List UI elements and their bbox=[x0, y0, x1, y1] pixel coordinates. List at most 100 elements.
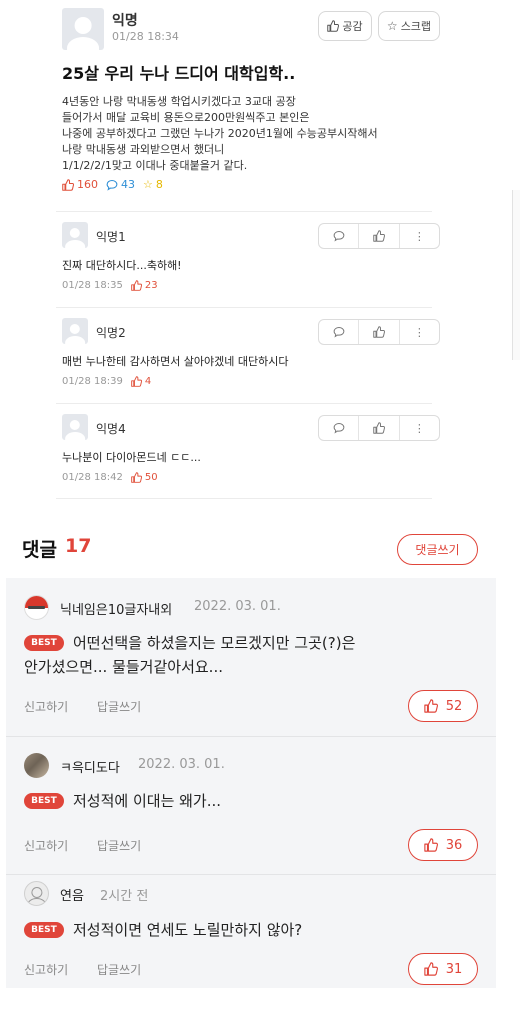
post-scrap-number: 8 bbox=[155, 178, 163, 191]
reply-time: 01/28 18:42 bbox=[62, 472, 123, 483]
thumbs-up-icon bbox=[424, 699, 438, 713]
thumbs-up-icon bbox=[131, 472, 142, 483]
comment-author[interactable]: 연음 bbox=[60, 885, 84, 904]
comment-text-line: 저성적에 이대는 왜가... bbox=[73, 792, 222, 810]
reply-text: 진짜 대단하시다...축하해! bbox=[62, 259, 182, 272]
reply-button[interactable]: 답글쓰기 bbox=[97, 837, 141, 854]
thumbs-up-icon bbox=[424, 962, 438, 976]
divider bbox=[56, 498, 432, 499]
thumbs-up-icon bbox=[373, 422, 385, 434]
reply-comment-button[interactable] bbox=[319, 416, 360, 440]
post-body: 4년동안 나랑 막내동생 학업시키겠다고 3교대 공장 들어가서 매달 교육비 … bbox=[62, 94, 452, 174]
reply-meta: 01/28 18:42 50 bbox=[62, 472, 158, 483]
scrap-button[interactable]: ☆ 스크랩 bbox=[378, 11, 440, 41]
comment-text: 안가셨으면... 물들거같아서요... bbox=[24, 655, 434, 679]
comment-item: ㅋ윽디도다 2022. 03. 01. BEST 저성적에 이대는 왜가... … bbox=[6, 736, 496, 874]
reply-like-button[interactable] bbox=[359, 320, 400, 344]
reply-like-number: 50 bbox=[144, 472, 158, 483]
report-button[interactable]: 신고하기 bbox=[24, 698, 68, 715]
post-like-number: 160 bbox=[77, 178, 98, 191]
thumbs-up-icon bbox=[62, 178, 74, 191]
reply-author: 익명2 bbox=[96, 326, 126, 340]
comment-text: 저성적에 이대는 왜가... bbox=[73, 789, 483, 813]
comment-item: 닉네임은10글자내외 2022. 03. 01. BEST 어떤선택을 하셨을지… bbox=[6, 578, 496, 736]
post-like-count: 160 bbox=[62, 178, 98, 191]
comment-date: 2022. 03. 01. bbox=[194, 599, 281, 614]
thumbs-up-icon bbox=[424, 838, 438, 852]
reply-button[interactable]: 답글쓰기 bbox=[97, 698, 141, 715]
comment-like-count: 36 bbox=[445, 837, 463, 853]
comment-like-button[interactable]: 36 bbox=[408, 829, 478, 861]
reply-time: 01/28 18:35 bbox=[62, 280, 123, 291]
post-card: 익명 01/28 18:34 공감 ☆ 스크랩 25살 우리 누나 드디어 대학… bbox=[48, 0, 460, 500]
comment-like-button[interactable]: 31 bbox=[408, 953, 478, 985]
reply-actions: ⋮ bbox=[318, 319, 440, 345]
reply-like-button[interactable] bbox=[359, 416, 400, 440]
avatar-icon bbox=[24, 881, 49, 906]
comment-date: 2022. 03. 01. bbox=[138, 757, 225, 772]
reply-meta: 01/28 18:35 23 bbox=[62, 280, 158, 291]
post-title: 25살 우리 누나 드디어 대학입학.. bbox=[62, 64, 296, 83]
post-time: 01/28 18:34 bbox=[112, 30, 179, 43]
reply-text: 누나분이 다이아몬드네 ㄷㄷ... bbox=[62, 451, 201, 464]
speech-bubble-icon bbox=[333, 327, 345, 338]
star-icon: ☆ bbox=[143, 178, 153, 191]
comment-date: 2시간 전 bbox=[100, 889, 149, 904]
comment-author[interactable]: ㅋ윽디도다 bbox=[60, 757, 120, 776]
reply-actions: ⋮ bbox=[318, 223, 440, 249]
comments-count: 17 bbox=[64, 535, 92, 557]
report-button[interactable]: 신고하기 bbox=[24, 837, 68, 854]
comment-text-line: 안가셨으면... 물들거같아서요... bbox=[24, 658, 223, 676]
comment-like-count: 52 bbox=[445, 698, 463, 714]
reply-button[interactable]: 답글쓰기 bbox=[97, 961, 141, 978]
comment-text-line: 어떤선택을 하셨을지는 모르겠지만 그곳(?)은 bbox=[73, 634, 356, 652]
comment-like-button[interactable]: 52 bbox=[408, 690, 478, 722]
report-button[interactable]: 신고하기 bbox=[24, 961, 68, 978]
post-comment-count: 43 bbox=[106, 178, 135, 191]
side-panel-edge bbox=[512, 190, 520, 360]
reply-actions: ⋮ bbox=[318, 415, 440, 441]
thumbs-up-icon bbox=[373, 326, 385, 338]
reply-item: 익명2 ⋮ 매번 누나한테 감사하면서 살아야겠네 대단하시다 01/28 18… bbox=[56, 307, 440, 403]
best-badge: BEST bbox=[24, 922, 64, 938]
more-dots-icon[interactable]: ⋮ bbox=[400, 416, 439, 440]
reply-item: 익명1 ⋮ 진짜 대단하시다...축하해! 01/28 18:35 23 bbox=[56, 211, 440, 307]
post-comment-number: 43 bbox=[121, 178, 135, 191]
comment-text: 저성적이면 연세도 노릴만하지 않아? bbox=[73, 918, 483, 942]
speech-bubble-icon bbox=[333, 423, 345, 434]
reply-like-count: 50 bbox=[131, 472, 158, 483]
more-dots-icon[interactable]: ⋮ bbox=[400, 224, 439, 248]
reply-author: 익명1 bbox=[96, 230, 126, 244]
thumbs-up-icon bbox=[131, 376, 142, 387]
comments-title: 댓글 bbox=[22, 539, 57, 561]
avatar-icon bbox=[62, 222, 88, 248]
avatar-icon bbox=[62, 8, 104, 50]
more-dots-icon[interactable]: ⋮ bbox=[400, 320, 439, 344]
post-stats: 160 43 ☆ 8 bbox=[62, 178, 163, 191]
reply-comment-button[interactable] bbox=[319, 320, 360, 344]
speech-bubble-icon bbox=[333, 231, 345, 242]
scrap-label: 스크랩 bbox=[400, 20, 432, 33]
post-author: 익명 bbox=[112, 13, 138, 29]
post-body-line: 나중에 공부하겠다고 그랬던 누나가 2020년1월에 수능공부시작해서 bbox=[62, 127, 378, 140]
avatar-icon bbox=[24, 753, 49, 778]
reply-item: 익명4 ⋮ 누나분이 다이아몬드네 ㄷㄷ... 01/28 18:42 50 bbox=[56, 403, 440, 499]
write-comment-button[interactable]: 댓글쓰기 bbox=[397, 534, 478, 565]
post-body-line: 들어가서 매달 교육비 용돈으로200만원씩주고 본인은 bbox=[62, 111, 310, 124]
reply-text: 매번 누나한테 감사하면서 살아야겠네 대단하시다 bbox=[62, 355, 289, 368]
reply-time: 01/28 18:39 bbox=[62, 376, 123, 387]
reply-meta: 01/28 18:39 4 bbox=[62, 376, 151, 387]
comment-author[interactable]: 닉네임은10글자내외 bbox=[60, 599, 172, 618]
comment-like-count: 31 bbox=[445, 961, 463, 977]
comment-text-line: 저성적이면 연세도 노릴만하지 않아? bbox=[73, 921, 303, 939]
avatar-icon bbox=[24, 595, 49, 620]
reply-like-number: 4 bbox=[144, 376, 152, 387]
like-post-button[interactable]: 공감 bbox=[318, 11, 372, 41]
post-body-line: 4년동안 나랑 막내동생 학업시키겠다고 3교대 공장 bbox=[62, 95, 296, 108]
reply-comment-button[interactable] bbox=[319, 224, 360, 248]
reply-like-count: 4 bbox=[131, 376, 151, 387]
reply-like-button[interactable] bbox=[359, 224, 400, 248]
post-scrap-count: ☆ 8 bbox=[143, 178, 163, 191]
best-badge: BEST bbox=[24, 635, 64, 651]
star-icon: ☆ bbox=[386, 19, 398, 33]
